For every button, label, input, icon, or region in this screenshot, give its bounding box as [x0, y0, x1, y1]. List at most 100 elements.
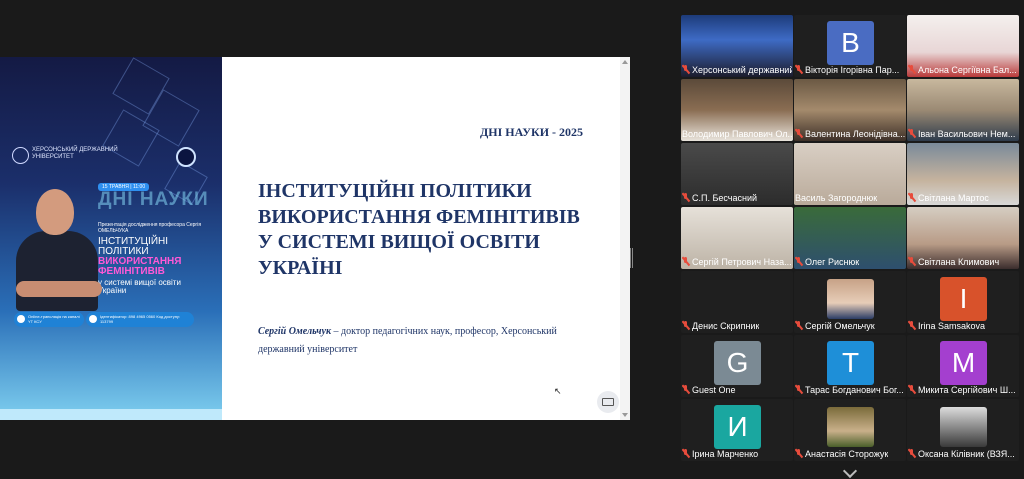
participant-tile[interactable]: T Тарас Богданович Бог... [794, 335, 906, 397]
participant-photo [827, 407, 874, 447]
mic-muted-icon [908, 257, 915, 266]
participant-name-label: Володимир Павлович Ол... [682, 128, 792, 139]
participant-avatar: G [714, 341, 761, 385]
participant-name-label: Іван Васильович Нем... [918, 128, 1016, 139]
participant-name: Сергій Петрович Наза... [682, 256, 792, 267]
participant-name: Світлана Климович [908, 256, 1018, 267]
participant-name: С.П. Бесчасний [682, 192, 792, 203]
participant-tile[interactable]: Світлана Климович [907, 207, 1019, 269]
participant-tile[interactable]: Херсонський державний ... [681, 15, 793, 77]
mic-muted-icon [795, 129, 802, 138]
participant-name: Альона Сергіївна Бал... [908, 64, 1018, 75]
participant-tile[interactable]: G Guest One [681, 335, 793, 397]
mic-muted-icon [795, 449, 802, 458]
participant-tile[interactable]: Оксана Кілівник (ВЗЯ... [907, 399, 1019, 461]
participant-tile[interactable]: Анастасія Сторожук [794, 399, 906, 461]
panel-resize-handle[interactable] [630, 248, 633, 268]
poster-zoom-pill: Ідентифікатор: 898 4965 0560 Код доступу… [86, 312, 194, 327]
participant-name: Анастасія Сторожук [795, 448, 905, 459]
mic-muted-icon [682, 385, 689, 394]
keyboard-button[interactable] [597, 391, 619, 413]
participant-name: Тарас Богданович Бог... [795, 384, 905, 395]
participant-tile[interactable]: В Вікторія Ігорівна Пар... [794, 15, 906, 77]
participant-name-label: Тарас Богданович Бог... [805, 384, 904, 395]
mic-muted-icon [795, 385, 802, 394]
poster-bottom-strip [0, 409, 222, 420]
mic-muted-icon [682, 449, 689, 458]
participant-name-label: Альона Сергіївна Бал... [918, 64, 1017, 75]
mic-muted-icon [908, 129, 915, 138]
participant-tile[interactable]: Олег Риснюк [794, 207, 906, 269]
chevron-down-icon[interactable] [842, 463, 858, 479]
participant-name-label: Guest One [692, 384, 736, 395]
slide-author: Сергій Омельчук – доктор педагогічних на… [258, 323, 588, 359]
participant-name-label: Анастасія Сторожук [805, 448, 889, 459]
participant-name: Оксана Кілівник (ВЗЯ... [908, 448, 1018, 459]
scroll-down-icon[interactable] [622, 413, 628, 417]
participant-name-label: Irina Samsakova [918, 320, 986, 331]
participant-name-label: Ірина Марченко [692, 448, 759, 459]
participant-name: Володимир Павлович Ол... [682, 128, 792, 139]
mic-muted-icon [908, 449, 915, 458]
participant-tile[interactable]: M Микита Сергійович Ш... [907, 335, 1019, 397]
participant-name: Денис Скрипник [682, 320, 792, 331]
youtube-icon [17, 315, 25, 323]
participant-tile[interactable]: Денис Скрипник [681, 271, 793, 333]
poster-big-text: ДНІ НАУКИ [98, 189, 209, 210]
author-name: Сергій Омельчук [258, 326, 332, 337]
participant-name-label: Микита Сергійович Ш... [918, 384, 1016, 395]
participant-tile[interactable]: Сергій Петрович Наза... [681, 207, 793, 269]
participant-name: Irina Samsakova [908, 320, 1018, 331]
participant-tile[interactable]: Сергій Омельчук [794, 271, 906, 333]
participant-tile[interactable]: И Ірина Марченко [681, 399, 793, 461]
university-logo-icon [12, 147, 29, 164]
slide-title: ІНСТИТУЦІЙНІ ПОЛІТИКИ ВИКОРИСТАННЯ ФЕМІН… [258, 180, 580, 279]
participant-tile[interactable]: С.П. Бесчасний [681, 143, 793, 205]
participant-name: Олег Риснюк [795, 256, 905, 267]
zoom-icon [89, 315, 97, 323]
participant-avatar: В [827, 21, 874, 65]
participant-tile[interactable]: I Irina Samsakova [907, 271, 1019, 333]
participant-name: Ірина Марченко [682, 448, 792, 459]
participant-tile[interactable]: Альона Сергіївна Бал... [907, 15, 1019, 77]
participant-name-label: Світлана Климович [918, 256, 1000, 267]
participant-name-label: Оксана Кілівник (ВЗЯ... [918, 448, 1015, 459]
mic-muted-icon [908, 385, 915, 394]
mic-muted-icon [795, 321, 802, 330]
poster-presentation-line: Презентація дослідження професора Сергія… [98, 222, 202, 234]
participant-tile[interactable]: Василь Загороднюк [794, 143, 906, 205]
poster-globe-icon [176, 147, 196, 167]
mic-muted-icon [682, 65, 689, 74]
slide-scrollbar[interactable] [620, 57, 630, 420]
participant-name-label: Олег Риснюк [805, 256, 860, 267]
poster-stream-pill: Online-трансляція на каналі YT КСУ [14, 312, 84, 327]
participant-name: Сергій Омельчук [795, 320, 905, 331]
mic-muted-icon [908, 321, 915, 330]
participant-tile[interactable]: Володимир Павлович Ол... [681, 79, 793, 141]
slide-header: ДНІ НАУКИ - 2025 [480, 125, 584, 139]
mic-muted-icon [795, 257, 802, 266]
mic-muted-icon [908, 193, 915, 202]
shared-screen: ХЕРСОНСЬКИЙ ДЕРЖАВНИЙ УНІВЕРСИТЕТ 15 ТРА… [0, 57, 630, 420]
participant-name-label: Вікторія Ігорівна Пар... [805, 64, 900, 75]
mic-muted-icon [682, 257, 689, 266]
participant-name-label: Василь Загороднюк [795, 192, 878, 203]
participant-avatar: T [827, 341, 874, 385]
participant-tile[interactable]: Валентина Леонідівна... [794, 79, 906, 141]
poster-title-line1: ІНСТИТУЦІЙНІ ПОЛІТИКИ [98, 236, 169, 257]
participant-name-label: Сергій Омельчук [805, 320, 875, 331]
mic-muted-icon [682, 321, 689, 330]
mouse-cursor-icon: ↖ [554, 386, 562, 396]
poster-university: ХЕРСОНСЬКИЙ ДЕРЖАВНИЙ УНІВЕРСИТЕТ [12, 147, 122, 164]
participant-photo [827, 279, 874, 319]
scroll-up-icon[interactable] [622, 60, 628, 64]
participant-tile[interactable]: Іван Васильович Нем... [907, 79, 1019, 141]
participant-tile[interactable]: Світлана Мартос [907, 143, 1019, 205]
participant-name: Валентина Леонідівна... [795, 128, 905, 139]
participant-name: Микита Сергійович Ш... [908, 384, 1018, 395]
participant-name-label: Сергій Петрович Наза... [692, 256, 792, 267]
poster-title-line3: ФЕМІНІТИВІВ [98, 266, 165, 277]
participant-name: Василь Загороднюк [795, 192, 905, 203]
mic-muted-icon [682, 193, 689, 202]
participant-avatar: I [940, 277, 987, 321]
